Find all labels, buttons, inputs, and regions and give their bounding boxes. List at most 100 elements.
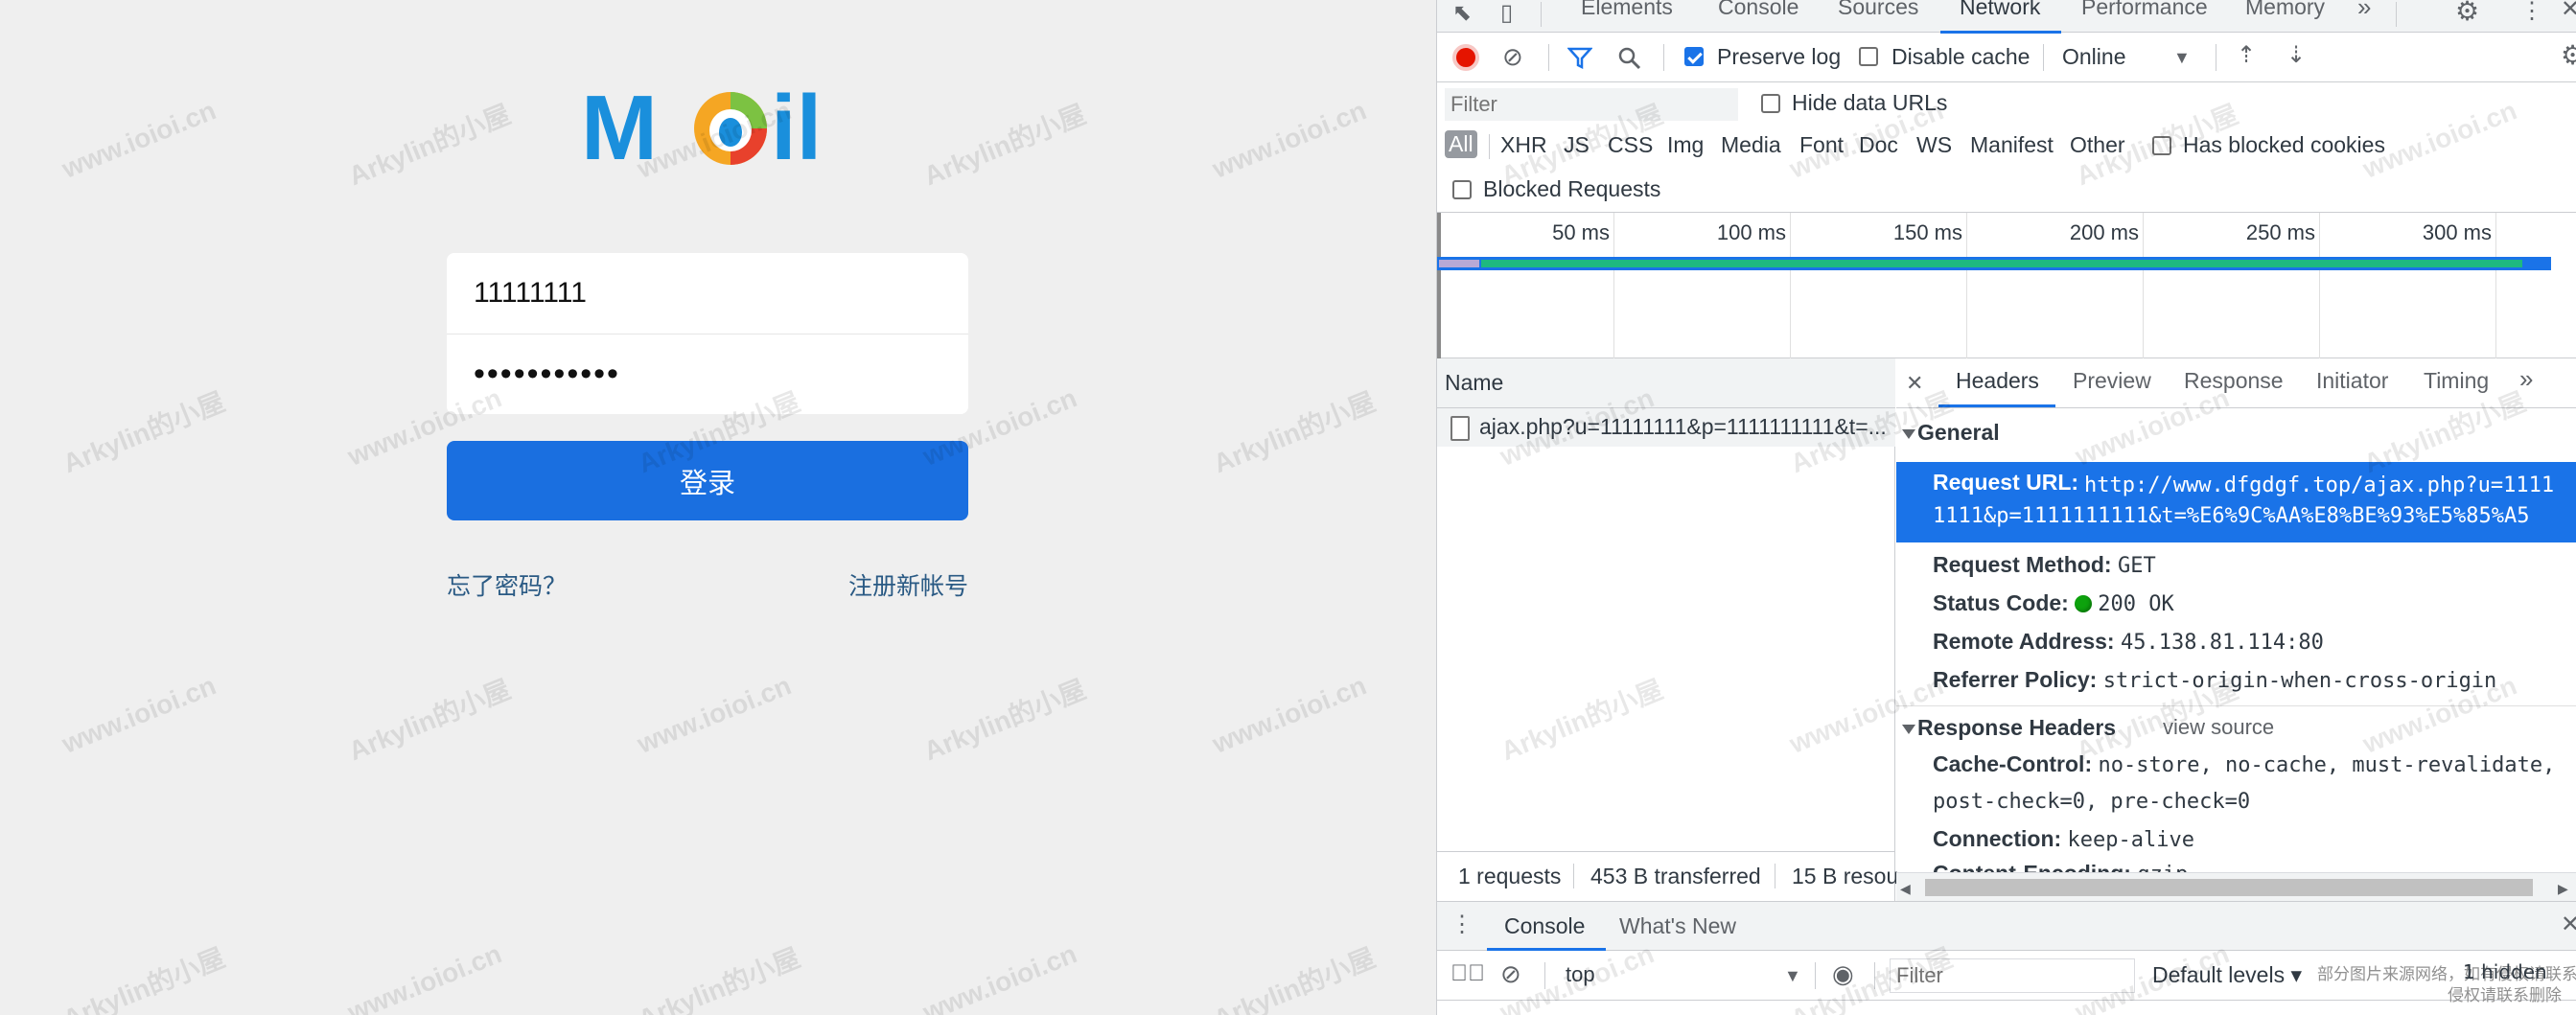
collapse-general-icon[interactable]	[1902, 429, 1915, 439]
tab-preview[interactable]: Preview	[2073, 368, 2151, 394]
filter-funnel-icon[interactable]	[1567, 46, 1592, 69]
search-icon[interactable]	[1617, 46, 1642, 71]
type-filter-ws[interactable]: WS	[1916, 132, 1952, 158]
login-page: M il 登录 忘了密码？ 注册新帐号	[0, 0, 1436, 1015]
settings-gear-icon[interactable]: ⚙	[2455, 0, 2479, 25]
logo-letter-il: il	[771, 81, 822, 173]
type-filter-font[interactable]: Font	[1799, 132, 1844, 158]
tab-elements[interactable]: Elements	[1581, 0, 1673, 20]
import-har-icon[interactable]: ⇡	[2237, 44, 2256, 67]
tab-network[interactable]: Network	[1960, 0, 2040, 20]
type-filter-js[interactable]: JS	[1564, 132, 1590, 158]
mail-logo: M il	[581, 81, 822, 173]
requests-count: 1 requests	[1458, 864, 1562, 888]
timeline-tick: 300 ms	[2422, 220, 2492, 244]
forgot-password-link[interactable]: 忘了密码？	[447, 567, 567, 602]
login-form: 登录	[447, 253, 968, 520]
request-list: Name ajax.php?u=11111111&p=1111111111&t=…	[1437, 358, 1898, 901]
type-filter-css[interactable]: CSS	[1608, 132, 1653, 158]
request-url-value-line2: 1111&p=1111111111&t=%E6%9C%AA%E8%BE%93%E…	[1933, 504, 2530, 528]
timeline-overview[interactable]: 50 ms 100 ms 150 ms 200 ms 250 ms 300 ms	[1437, 213, 2576, 358]
type-filter-xhr[interactable]: XHR	[1500, 132, 1547, 158]
tab-memory[interactable]: Memory	[2245, 0, 2325, 20]
blocked-requests-checkbox[interactable]	[1452, 180, 1472, 199]
export-har-icon[interactable]: ⇣	[2286, 44, 2306, 67]
request-row[interactable]: ajax.php?u=11111111&p=1111111111&t=...	[1437, 408, 1895, 447]
copyright-notice: 侵权请联系删除	[2448, 986, 2562, 1005]
logo-letter-m: M	[581, 81, 658, 173]
scroll-left-icon[interactable]: ◀	[1900, 877, 1911, 900]
console-filter-input[interactable]	[1890, 958, 2135, 993]
preserve-log-label: Preserve log	[1717, 44, 1842, 69]
disable-cache-label: Disable cache	[1891, 44, 2031, 69]
login-button[interactable]: 登录	[447, 441, 968, 520]
network-filter-input[interactable]	[1445, 88, 1738, 121]
document-icon	[1450, 416, 1470, 441]
network-toolbar: ⊘ Preserve log Disable cache Online ▼ ⇡ …	[1437, 33, 2576, 82]
type-filter-other[interactable]: Other	[2070, 132, 2125, 158]
filter-row: Hide data URLs	[1437, 82, 2576, 125]
hide-data-urls-checkbox[interactable]	[1761, 94, 1780, 113]
context-select[interactable]: top	[1566, 962, 1595, 987]
close-devtools-icon[interactable]: ✕	[2561, 0, 2576, 21]
record-button[interactable]	[1452, 44, 1479, 71]
view-source-link[interactable]: view source	[2163, 715, 2274, 740]
console-toolbar: ▶⃞ ⊘ top ▼ ◉ Default levels ▾ 部分图片来源网络，如…	[1437, 951, 2576, 1005]
kebab-menu-icon[interactable]: ⋮	[2520, 0, 2543, 23]
devtools-panel: ⬉ ▯ Elements Console Sources Network Per…	[1436, 0, 2576, 1015]
throttle-select[interactable]: Online	[2062, 44, 2125, 70]
status-code-row: Status Code: 200 OK	[1933, 590, 2174, 616]
close-drawer-icon[interactable]: ✕	[2561, 913, 2576, 936]
type-filter-doc[interactable]: Doc	[1859, 132, 1898, 158]
password-input[interactable]	[447, 334, 968, 414]
response-headers-title[interactable]: Response Headers	[1917, 715, 2116, 741]
timeline-tick: 150 ms	[1892, 220, 1962, 244]
scrollbar-thumb[interactable]	[1925, 879, 2533, 896]
name-column-header[interactable]: Name	[1437, 358, 1895, 408]
more-tabs-button[interactable]: »	[2357, 0, 2371, 22]
drawer-tab-console[interactable]: Console	[1504, 913, 1585, 939]
disable-cache-checkbox[interactable]	[1859, 47, 1878, 66]
status-ok-dot-icon	[2075, 595, 2093, 612]
hidden-messages-count: 1 hidden	[2463, 960, 2547, 983]
live-expression-eye-icon[interactable]: ◉	[1832, 961, 1854, 986]
console-sidebar-icon[interactable]: ▶⃞	[1450, 962, 1485, 985]
input-group	[447, 253, 968, 414]
username-input[interactable]	[447, 253, 968, 334]
blocked-requests-label: Blocked Requests	[1483, 176, 1661, 201]
cache-control-row: Cache-Control: no-store, no-cache, must-…	[1933, 751, 2556, 777]
close-details-icon[interactable]: ✕	[1906, 372, 1923, 395]
tab-console[interactable]: Console	[1718, 0, 1799, 20]
type-filter-media[interactable]: Media	[1721, 132, 1781, 158]
scroll-right-icon[interactable]: ▶	[2558, 877, 2568, 900]
drawer-menu-icon[interactable]: ⋮	[1450, 913, 1474, 936]
horizontal-scrollbar[interactable]: ◀ ▶	[1896, 872, 2576, 901]
more-detail-tabs-button[interactable]: »	[2519, 364, 2533, 394]
type-filter-all[interactable]: All	[1445, 130, 1477, 158]
clear-console-icon[interactable]: ⊘	[1500, 961, 1521, 986]
type-filter-manifest[interactable]: Manifest	[1970, 132, 2054, 158]
tab-performance[interactable]: Performance	[2081, 0, 2208, 20]
tab-timing[interactable]: Timing	[2424, 368, 2489, 394]
blocked-requests-row: Blocked Requests	[1437, 167, 2576, 213]
network-status-bar: 1 requests 453 B transferred 15 B resou	[1437, 851, 1898, 901]
log-levels-select[interactable]: Default levels ▾	[2152, 962, 2302, 988]
tab-sources[interactable]: Sources	[1838, 0, 1918, 20]
register-link[interactable]: 注册新帐号	[848, 567, 968, 602]
preserve-log-checkbox[interactable]	[1684, 47, 1704, 66]
inspect-element-icon[interactable]: ⬉	[1452, 2, 1472, 25]
has-blocked-cookies-checkbox[interactable]	[2152, 136, 2171, 155]
tab-headers[interactable]: Headers	[1956, 368, 2039, 394]
drawer-tab-whats-new[interactable]: What's New	[1619, 913, 1736, 939]
device-toolbar-icon[interactable]: ▯	[1500, 2, 1513, 25]
request-url-row[interactable]: Request URL: http://www.dfgdgf.top/ajax.…	[1896, 462, 2576, 542]
referrer-policy-row: Referrer Policy: strict-origin-when-cros…	[1933, 667, 2497, 693]
clear-icon[interactable]: ⊘	[1502, 44, 1523, 69]
network-settings-icon[interactable]: ⚙	[2561, 42, 2576, 69]
general-section-title[interactable]: General	[1917, 420, 2000, 446]
tab-response[interactable]: Response	[2184, 368, 2284, 394]
collapse-response-headers-icon[interactable]	[1902, 725, 1915, 734]
tab-initiator[interactable]: Initiator	[2316, 368, 2388, 394]
type-filter-img[interactable]: Img	[1667, 132, 1704, 158]
request-url-key: Request URL:	[1933, 470, 2079, 495]
